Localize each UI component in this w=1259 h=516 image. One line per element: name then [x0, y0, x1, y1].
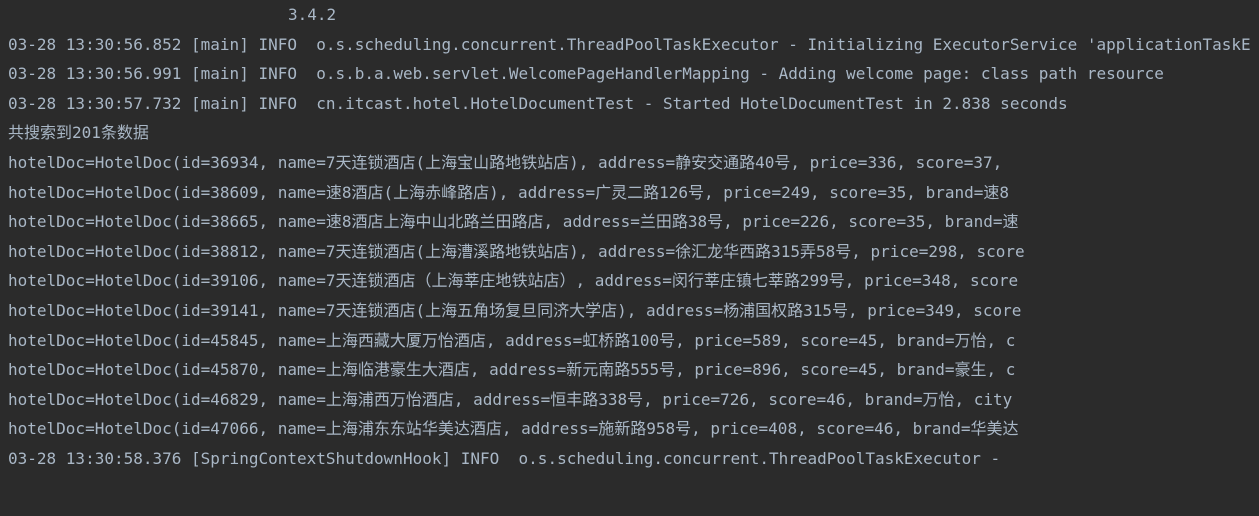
log-line: 03-28 13:30:56.991 [main] INFO o.s.b.a.w… — [8, 59, 1251, 89]
hotel-doc-line: hotelDoc=HotelDoc(id=38665, name=速8酒店上海中… — [8, 207, 1251, 237]
version-fragment: 3.4.2 — [8, 0, 1251, 30]
log-line: 03-28 13:30:58.376 [SpringContextShutdow… — [8, 444, 1251, 474]
hotel-doc-line: hotelDoc=HotelDoc(id=38609, name=速8酒店(上海… — [8, 178, 1251, 208]
hotel-doc-line: hotelDoc=HotelDoc(id=38812, name=7天连锁酒店(… — [8, 237, 1251, 267]
log-line: 03-28 13:30:57.732 [main] INFO cn.itcast… — [8, 89, 1251, 119]
hotel-doc-line: hotelDoc=HotelDoc(id=39141, name=7天连锁酒店(… — [8, 296, 1251, 326]
search-summary: 共搜索到201条数据 — [8, 118, 1251, 148]
hotel-doc-line: hotelDoc=HotelDoc(id=45870, name=上海临港豪生大… — [8, 355, 1251, 385]
hotel-doc-line: hotelDoc=HotelDoc(id=47066, name=上海浦东东站华… — [8, 414, 1251, 444]
hotel-doc-line: hotelDoc=HotelDoc(id=39106, name=7天连锁酒店（… — [8, 266, 1251, 296]
hotel-doc-line: hotelDoc=HotelDoc(id=45845, name=上海西藏大厦万… — [8, 326, 1251, 356]
hotel-doc-line: hotelDoc=HotelDoc(id=36934, name=7天连锁酒店(… — [8, 148, 1251, 178]
log-line: 03-28 13:30:56.852 [main] INFO o.s.sched… — [8, 30, 1251, 60]
hotel-doc-line: hotelDoc=HotelDoc(id=46829, name=上海浦西万怡酒… — [8, 385, 1251, 415]
